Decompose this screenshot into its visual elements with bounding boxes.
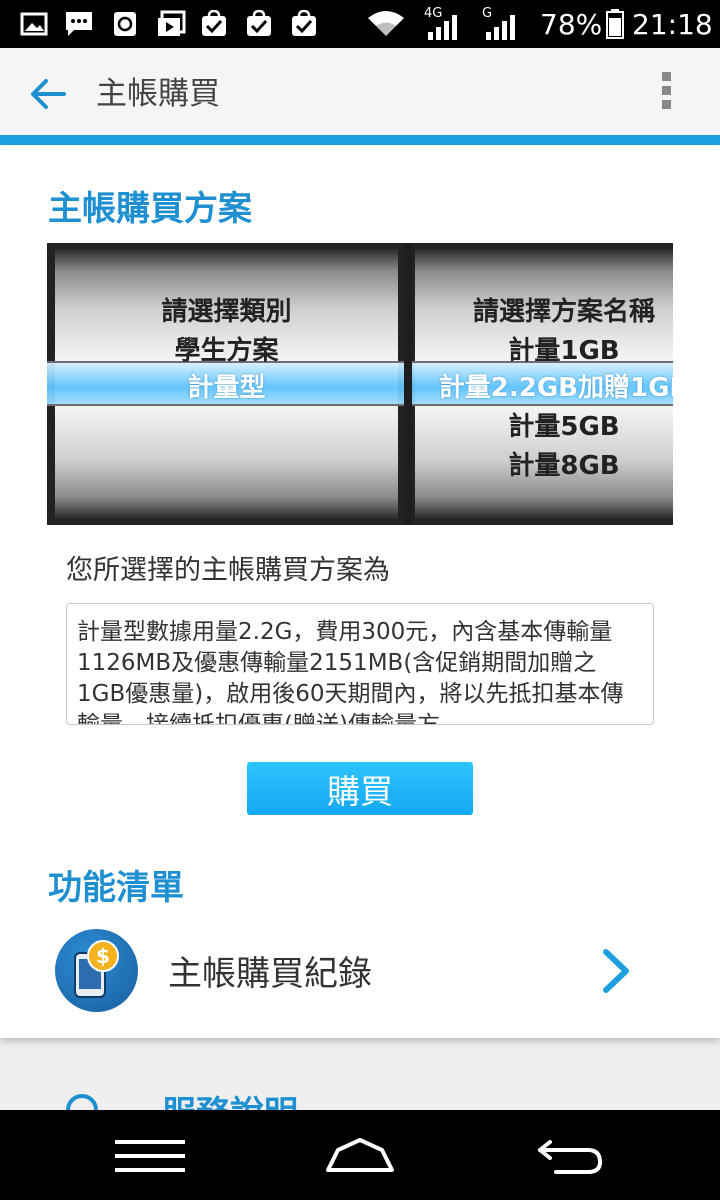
function-section-title: 功能清單 [48, 868, 184, 908]
plan-description: 計量型數據用量2.2G，費用300元，內含基本傳輸量1126MB及優惠傳輸量21… [77, 619, 624, 725]
clock: 21:18 [632, 8, 713, 41]
recycle-icon [114, 12, 136, 36]
plan-option[interactable]: 計量8GB [415, 445, 673, 482]
plan-description-box[interactable]: 計量型數據用量2.2G，費用300元，內含基本傳輸量1126MB及優惠傳輸量21… [66, 603, 654, 725]
app-bar-accent [0, 135, 720, 145]
wifi-icon [368, 11, 404, 36]
status-bar: 4G G 78% 21:18 [0, 0, 720, 48]
back-icon[interactable] [536, 1136, 604, 1176]
selected-plan-label: 您所選擇的主帳購買方案為 [66, 555, 390, 586]
chevron-right-icon[interactable] [598, 946, 634, 996]
plan-option[interactable]: 計量5GB [415, 406, 673, 443]
svg-text:$: $ [96, 944, 110, 968]
service-icon [66, 1094, 98, 1110]
menu-icon[interactable] [115, 1138, 185, 1174]
plan-option-selected[interactable]: 計量2.2GB加贈1GB [387, 367, 673, 404]
buy-button[interactable]: 購買 [247, 762, 473, 815]
overflow-menu-icon[interactable] [656, 72, 676, 116]
plan-section-title: 主帳購買方案 [48, 189, 252, 229]
page-title: 主帳購買 [96, 76, 220, 112]
service-section[interactable]: 服務說明 [0, 1060, 720, 1110]
bag-check-icon [247, 10, 271, 36]
category-option-selected[interactable]: 計量型 [55, 367, 398, 404]
bag-check-icon [202, 10, 226, 36]
home-icon[interactable] [324, 1136, 396, 1176]
battery-percent: 78% [540, 8, 603, 41]
plan-option[interactable]: 請選擇方案名稱 [415, 291, 673, 328]
system-nav-bar [0, 1110, 720, 1200]
plan-picker: 請選擇類別 學生方案 計量型 請選擇方案名稱 計量1GB 計量2.2GB加贈1G… [47, 243, 673, 525]
chat-icon [66, 12, 92, 36]
plan-option[interactable]: 計量1GB [415, 330, 673, 367]
signal-icon [486, 15, 515, 40]
signal-icon [428, 15, 457, 40]
category-option[interactable]: 請選擇類別 [55, 291, 398, 328]
purchase-record-label: 主帳購買紀錄 [168, 954, 372, 994]
battery-icon [606, 9, 624, 39]
image-icon [20, 12, 48, 36]
category-option[interactable]: 學生方案 [55, 330, 398, 367]
bag-check-icon [292, 10, 316, 36]
video-store-icon [158, 10, 186, 36]
back-arrow-icon[interactable] [24, 70, 72, 118]
purchase-record-icon: $ [55, 929, 138, 1012]
service-section-title: 服務說明 [162, 1086, 298, 1110]
